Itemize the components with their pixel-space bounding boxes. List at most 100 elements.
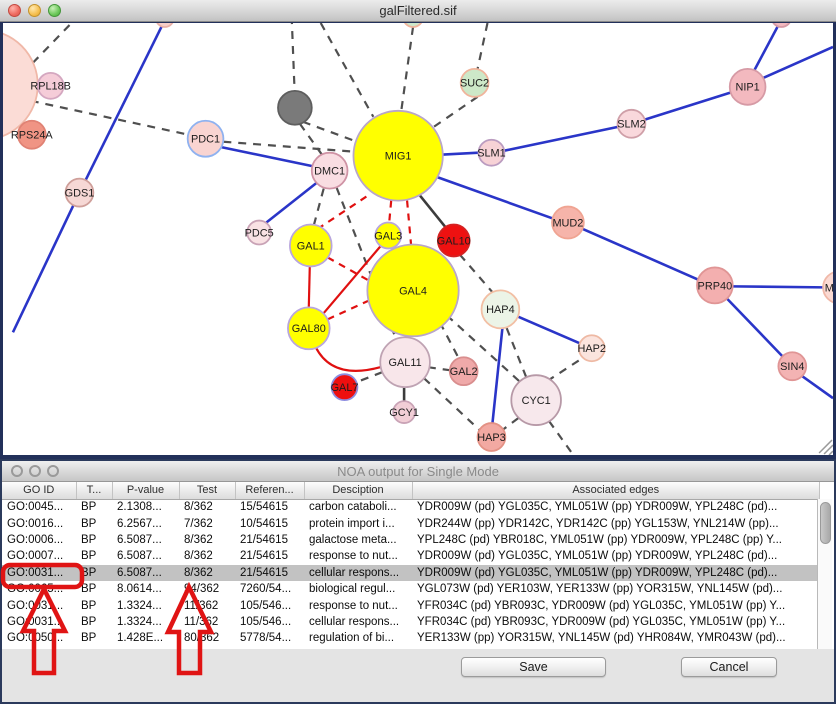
network-edge[interactable]: [420, 196, 446, 228]
network-node[interactable]: [403, 23, 423, 27]
table-cell[interactable]: YDR244W (pp) YDR142C, YDR142C (pp) YGL15…: [412, 515, 820, 531]
network-edge[interactable]: [764, 47, 833, 78]
noa-window-titlebar[interactable]: NOA output for Single Mode: [2, 461, 834, 482]
table-cell[interactable]: 8.0614...: [112, 581, 179, 597]
table-cell[interactable]: cellular respons...: [304, 565, 412, 581]
table-cell[interactable]: BP: [76, 614, 112, 630]
table-cell[interactable]: 8/362: [179, 548, 235, 564]
table-cell[interactable]: 1.3324...: [112, 614, 179, 630]
table-cell[interactable]: biological regul...: [304, 581, 412, 597]
table-cell[interactable]: 6.2567...: [112, 515, 179, 531]
table-cell[interactable]: BP: [76, 499, 112, 515]
table-row[interactable]: GO:0031...BP1.3324...11/362105/546...cel…: [2, 614, 820, 630]
table-cell[interactable]: GO:0065...: [2, 581, 76, 597]
table-row[interactable]: GO:0007...BP6.5087...8/36221/54615respon…: [2, 548, 820, 564]
network-svg[interactable]: RPL18BRPS24APDC1GDS1PDC5DMC1MIG1SUC2SLM1…: [3, 23, 833, 455]
table-cell[interactable]: YER133W (pp) YOR315W, YNL145W (pd) YHR08…: [412, 630, 820, 646]
table-cell[interactable]: 105/546...: [235, 614, 304, 630]
table-cell[interactable]: 5778/54...: [235, 630, 304, 646]
table-cell[interactable]: 80/362: [179, 630, 235, 646]
table-cell[interactable]: YDR009W (pd) YGL035C, YML051W (pp) YDR00…: [412, 499, 820, 515]
cancel-button[interactable]: Cancel: [681, 657, 777, 677]
column-header-goid[interactable]: GO ID: [2, 482, 76, 499]
network-edge[interactable]: [79, 23, 164, 193]
column-header-associatededges[interactable]: Associated edges: [412, 482, 820, 499]
table-cell[interactable]: protein import i...: [304, 515, 412, 531]
table-cell[interactable]: GO:0006...: [2, 532, 76, 548]
table-cell[interactable]: YDR009W (pd) YGL035C, YML051W (pp) YDR00…: [412, 565, 820, 581]
network-edge[interactable]: [644, 92, 732, 120]
table-cell[interactable]: 8/362: [179, 565, 235, 581]
table-cell[interactable]: GO:0031...: [2, 614, 76, 630]
network-edge[interactable]: [434, 97, 478, 127]
network-edge[interactable]: [436, 177, 553, 219]
column-header-t[interactable]: T...: [76, 482, 112, 499]
network-edge[interactable]: [316, 347, 381, 371]
table-cell[interactable]: GO:0031...: [2, 565, 76, 581]
network-edge[interactable]: [424, 378, 480, 430]
network-edge[interactable]: [755, 27, 778, 70]
network-edge[interactable]: [547, 357, 584, 381]
column-header-desciption[interactable]: Desciption: [304, 482, 412, 499]
table-cell[interactable]: BP: [76, 515, 112, 531]
network-edge[interactable]: [802, 376, 833, 398]
table-cell[interactable]: 1.3324...: [112, 597, 179, 613]
resize-grip[interactable]: [819, 440, 833, 455]
table-cell[interactable]: 21/54615: [235, 565, 304, 581]
network-edge[interactable]: [727, 298, 784, 357]
table-row[interactable]: GO:0016...BP6.2567...7/36210/54615protei…: [2, 515, 820, 531]
table-row[interactable]: GO:0065...BP8.0614...94/3627260/54...bio…: [2, 581, 820, 597]
table-row[interactable]: GO:0031...BP6.5087...8/36221/54615cellul…: [2, 565, 820, 581]
network-edge[interactable]: [582, 229, 700, 281]
network-edge[interactable]: [428, 367, 450, 370]
table-cell[interactable]: 7/362: [179, 515, 235, 531]
table-cell[interactable]: BP: [76, 597, 112, 613]
column-header-referen[interactable]: Referen...: [235, 482, 304, 499]
scrollbar-thumb[interactable]: [820, 502, 831, 544]
network-edge[interactable]: [321, 23, 374, 117]
table-cell[interactable]: 105/546...: [235, 597, 304, 613]
table-row[interactable]: GO:0045...BP2.1308...8/36215/54615carbon…: [2, 499, 820, 515]
network-edge[interactable]: [219, 147, 314, 167]
table-row[interactable]: GO:0006...BP6.5087...8/36221/54615galact…: [2, 532, 820, 548]
table-cell[interactable]: GO:0031...: [2, 597, 76, 613]
table-cell[interactable]: 6.5087...: [112, 548, 179, 564]
table-row[interactable]: GO:0050...BP1.428E...80/3625778/54...reg…: [2, 630, 820, 646]
table-cell[interactable]: 15/54615: [235, 499, 304, 515]
network-edge[interactable]: [504, 127, 618, 151]
network-edge[interactable]: [440, 322, 459, 358]
network-edge[interactable]: [328, 300, 370, 319]
table-cell[interactable]: BP: [76, 565, 112, 581]
table-cell[interactable]: carbon cataboli...: [304, 499, 412, 515]
network-edge[interactable]: [309, 266, 310, 307]
table-cell[interactable]: cellular respons...: [304, 614, 412, 630]
table-cell[interactable]: YFR034C (pd) YBR093C, YDR009W (pd) YGL03…: [412, 597, 820, 613]
table-cell[interactable]: BP: [76, 532, 112, 548]
network-edge[interactable]: [223, 142, 354, 152]
table-cell[interactable]: GO:0050...: [2, 630, 76, 646]
network-edge[interactable]: [492, 328, 502, 423]
network-node[interactable]: [156, 23, 174, 27]
column-header-test[interactable]: Test: [179, 482, 235, 499]
table-cell[interactable]: GO:0045...: [2, 499, 76, 515]
table-cell[interactable]: BP: [76, 548, 112, 564]
network-edge[interactable]: [328, 257, 371, 281]
network-edge[interactable]: [401, 27, 413, 112]
network-edge[interactable]: [407, 201, 411, 245]
table-cell[interactable]: regulation of bi...: [304, 630, 412, 646]
table-cell[interactable]: 21/54615: [235, 532, 304, 548]
table-row[interactable]: GO:0031...BP1.3324...11/362105/546...res…: [2, 597, 820, 613]
table-cell[interactable]: GO:0016...: [2, 515, 76, 531]
network-edge[interactable]: [549, 421, 572, 453]
table-cell[interactable]: response to nut...: [304, 597, 412, 613]
network-edge[interactable]: [314, 189, 324, 226]
table-cell[interactable]: 6.5087...: [112, 532, 179, 548]
table-cell[interactable]: 6.5087...: [112, 565, 179, 581]
table-cell[interactable]: 11/362: [179, 614, 235, 630]
table-cell[interactable]: YFR034C (pd) YBR093C, YDR009W (pd) YGL03…: [412, 614, 820, 630]
table-cell[interactable]: galactose meta...: [304, 532, 412, 548]
table-cell[interactable]: 11/362: [179, 597, 235, 613]
network-edge[interactable]: [33, 23, 73, 63]
table-cell[interactable]: 10/54615: [235, 515, 304, 531]
table-cell[interactable]: 94/362: [179, 581, 235, 597]
